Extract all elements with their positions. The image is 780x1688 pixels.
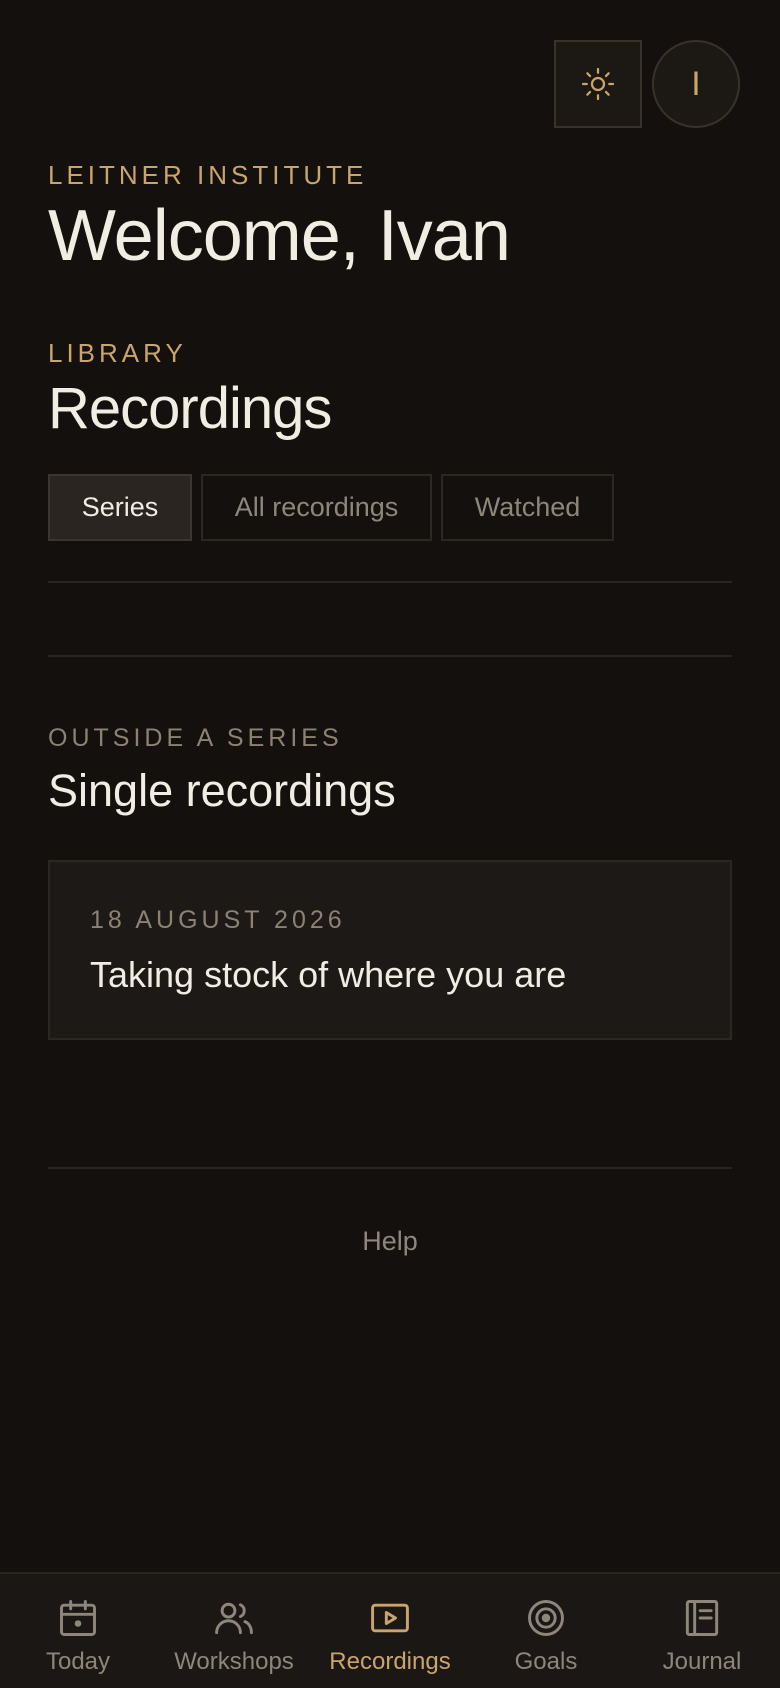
- recording-date: 18 AUGUST 2026: [90, 906, 346, 934]
- library-tabs: Series All recordings Watched: [48, 474, 614, 541]
- welcome-heading: Welcome, Ivan: [48, 196, 511, 276]
- theme-toggle-button[interactable]: [554, 40, 642, 128]
- help-link[interactable]: Help: [48, 1226, 732, 1257]
- avatar-initial: I: [691, 64, 701, 103]
- play-icon: [371, 1603, 409, 1633]
- nav-label: Today: [45, 1648, 111, 1675]
- page-title: Recordings: [48, 376, 332, 441]
- section-eyebrow: OUTSIDE A SERIES: [48, 724, 343, 752]
- nav-item-journal[interactable]: Journal: [624, 1574, 780, 1688]
- sun-icon: [581, 67, 615, 101]
- calendar-icon: [60, 1600, 96, 1636]
- nav-item-workshops[interactable]: Workshops: [156, 1574, 312, 1688]
- nav-item-goals[interactable]: Goals: [468, 1574, 624, 1688]
- divider: [48, 655, 732, 657]
- tab-series[interactable]: Series: [48, 474, 192, 541]
- org-name: LEITNER INSTITUTE: [48, 160, 368, 190]
- nav-item-recordings[interactable]: Recordings: [312, 1574, 468, 1688]
- nav-label: Recordings: [329, 1648, 451, 1675]
- nav-label: Workshops: [174, 1648, 294, 1675]
- nav-label: Journal: [662, 1648, 742, 1675]
- divider: [48, 581, 732, 583]
- nav-item-today[interactable]: Today: [0, 1574, 156, 1688]
- avatar[interactable]: I: [652, 40, 740, 128]
- divider: [48, 1167, 732, 1169]
- journal-icon: [685, 1600, 719, 1636]
- tab-watched[interactable]: Watched: [441, 474, 614, 541]
- people-icon: [215, 1602, 253, 1635]
- top-bar: I: [554, 40, 740, 128]
- library-eyebrow: LIBRARY: [48, 338, 187, 368]
- section-title: Single recordings: [48, 765, 396, 816]
- tab-all-recordings[interactable]: All recordings: [201, 474, 432, 541]
- bottom-nav: Today Workshops Recordings Goals Journal: [0, 1572, 780, 1688]
- nav-label: Goals: [514, 1648, 578, 1675]
- target-icon: [528, 1600, 564, 1636]
- app-screen: I LEITNER INSTITUTE Welcome, Ivan LIBRAR…: [0, 0, 780, 1688]
- recording-title: Taking stock of where you are: [90, 954, 567, 995]
- recording-card[interactable]: 18 AUGUST 2026 Taking stock of where you…: [48, 860, 732, 1040]
